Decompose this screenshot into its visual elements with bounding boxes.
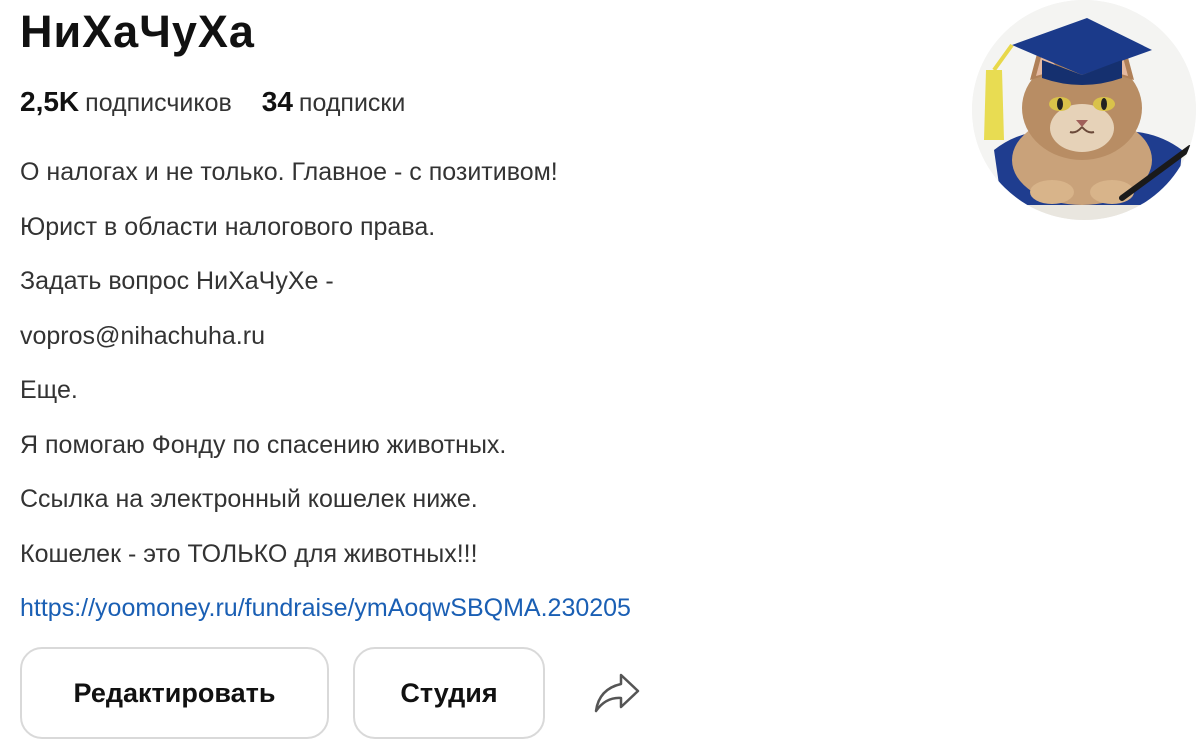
profile-stats: 2,5K подписчиков 34 подписки [20,86,405,118]
edit-profile-button[interactable]: Редактировать [20,647,329,739]
avatar[interactable] [972,0,1196,220]
bio-line: О налогах и не только. Главное - с позит… [20,158,558,186]
channel-title: НиХаЧуХа [20,6,255,57]
bio-line: Я помогаю Фонду по спасению животных. [20,430,507,459]
followers-count: 2,5K [20,86,80,117]
profile-bio: О налогах и не только. Главное - с позит… [20,145,920,636]
bio-email: vopros@nihachuha.ru [20,321,265,350]
bio-line: Кошелек - это ТОЛЬКО для животных!!! [20,539,478,568]
bio-line: Юрист в области налогового права. [20,212,436,241]
following-label: подписки [298,89,406,117]
followers-stat[interactable]: 2,5K подписчиков [20,86,232,118]
following-stat[interactable]: 34 подписки [262,86,406,118]
followers-label: подписчиков [85,89,232,117]
share-button[interactable] [587,663,647,723]
bio-line: Еще. [20,376,78,404]
donation-link[interactable]: https://yoomoney.ru/fundraise/ymAoqwSBQM… [20,594,631,622]
cat-graduate-avatar-icon [972,0,1196,220]
share-arrow-icon [594,673,640,713]
bio-line: Задать вопрос НиХаЧуХе - [20,267,334,295]
studio-button[interactable]: Студия [353,647,545,739]
profile-page: НиХаЧуХа 2,5K подписчиков 34 подписки О … [0,0,1200,742]
following-count: 34 [261,86,293,117]
bio-line: Ссылка на электронный кошелек ниже. [20,485,478,513]
bio-link-line: https://yoomoney.ru/fundraise/ymAoqwSBQM… [20,581,920,636]
profile-actions: Редактировать Студия [20,647,647,739]
